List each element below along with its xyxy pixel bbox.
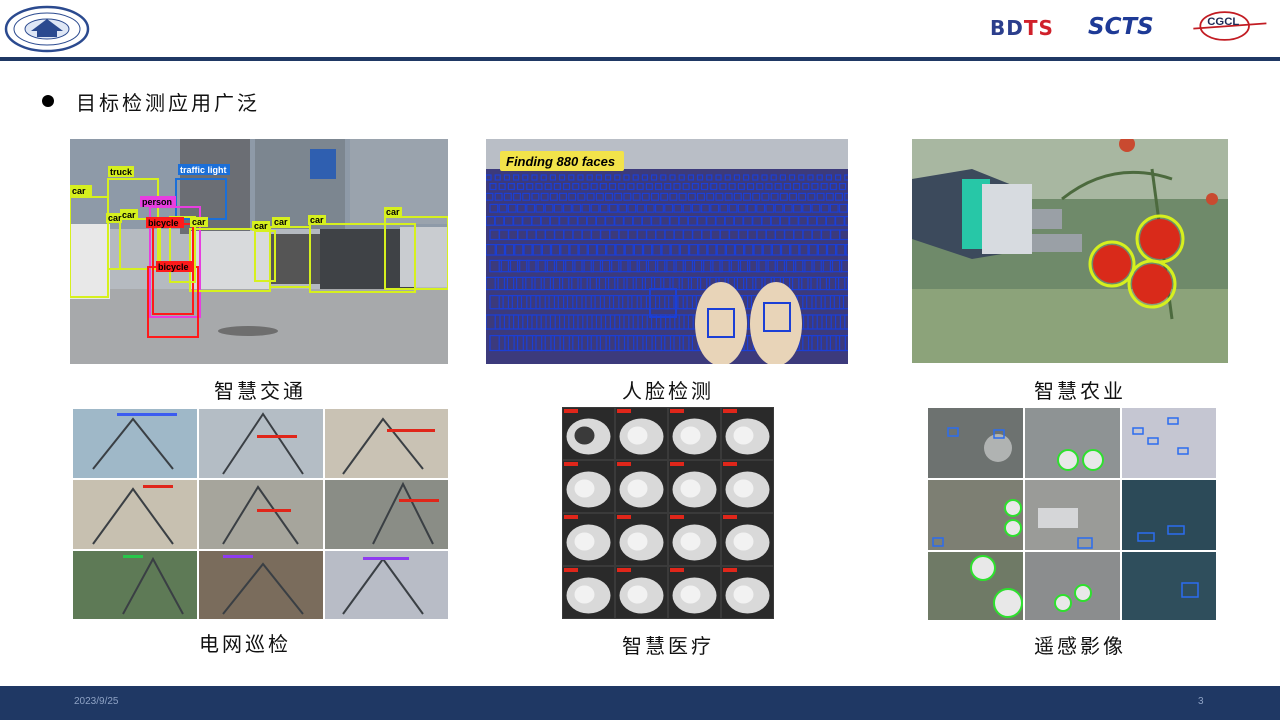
ct-slice	[669, 514, 720, 565]
traffic-detection-image: car truck traffic light car person car b…	[70, 139, 448, 364]
ct-slice	[722, 408, 773, 459]
bullet-dot-icon	[42, 95, 54, 107]
traffic-label-4: car	[122, 210, 136, 220]
ct-slice	[722, 514, 773, 565]
face-detection-image: Finding 880 faces	[486, 139, 848, 364]
traffic-label-5: person	[142, 197, 172, 207]
remote-sensing-image	[928, 408, 1216, 620]
cgcl-logo-text: CGCL	[1207, 16, 1239, 28]
ct-slice	[616, 514, 667, 565]
ct-slice	[669, 461, 720, 512]
traffic-caption: 智慧交通	[214, 379, 306, 403]
ct-slice	[616, 408, 667, 459]
ct-slice	[563, 514, 614, 565]
ct-slice	[669, 408, 720, 459]
bdts-logo-suffix: TS	[1023, 16, 1054, 40]
traffic-label-11: car	[310, 215, 324, 225]
header-divider	[0, 57, 1280, 61]
ct-slice	[722, 567, 773, 618]
agriculture-detection-image	[912, 139, 1228, 363]
ct-slice	[722, 461, 773, 512]
agriculture-caption: 智慧农业	[1034, 379, 1126, 403]
power-grid-image	[73, 409, 448, 619]
page-number: 3	[1198, 696, 1204, 707]
footer-date: 2023/9/25	[74, 696, 119, 707]
traffic-label-3: traffic light	[180, 165, 227, 175]
cgcl-logo: CGCL	[1193, 11, 1267, 41]
ct-slice	[669, 567, 720, 618]
medical-caption: 智慧医疗	[622, 634, 714, 658]
ct-slice	[563, 461, 614, 512]
slide-footer: 2023/9/25 3	[0, 686, 1280, 720]
ct-slice	[616, 567, 667, 618]
traffic-label-2: truck	[110, 167, 133, 177]
power-grid-caption: 电网巡检	[199, 632, 291, 656]
bullet-point: 目标检测应用广泛	[42, 88, 260, 115]
traffic-label-12: bicycle	[158, 262, 189, 272]
remote-sensing-caption: 遥感影像	[1034, 634, 1126, 658]
traffic-label-8: car	[192, 217, 206, 227]
traffic-label-6: car	[108, 213, 122, 223]
traffic-label-10: car	[274, 217, 288, 227]
traffic-label-13: car	[386, 207, 400, 217]
bullet-text: 目标检测应用广泛	[76, 90, 260, 115]
medical-imaging-image	[562, 407, 774, 619]
ct-slice	[563, 567, 614, 618]
traffic-label-9: car	[254, 221, 268, 231]
ct-slice	[616, 461, 667, 512]
faces-banner-text: Finding 880 faces	[506, 154, 615, 169]
bdts-logo-prefix: BD	[990, 16, 1024, 40]
slide-header: BDTS SCTS CGCL	[0, 0, 1280, 57]
ct-slice	[563, 408, 614, 459]
faces-caption: 人脸检测	[622, 379, 714, 403]
bdts-logo: BDTS	[990, 16, 1070, 56]
traffic-label-1: car	[72, 186, 86, 196]
traffic-label-7: bicycle	[148, 218, 179, 228]
university-logo	[4, 5, 90, 53]
scts-logo: SCTS	[1088, 14, 1154, 40]
